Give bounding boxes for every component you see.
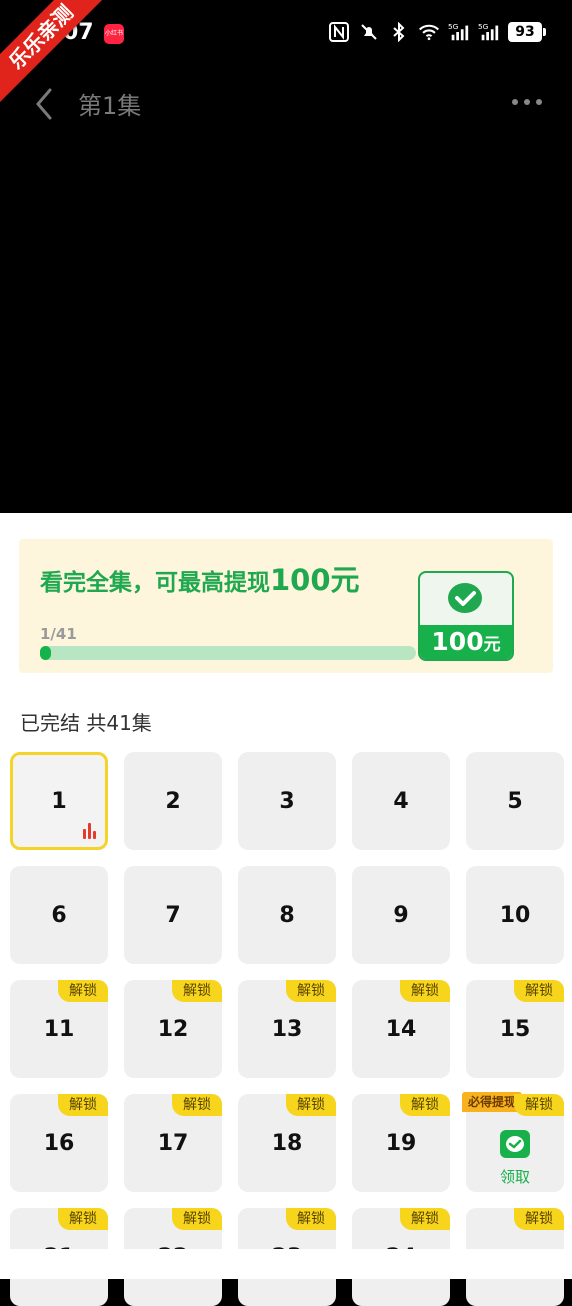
episode-number: 16 (43, 1130, 75, 1156)
reward-banner[interactable]: 看完全集，可最高提现100元 1/41 100元 (19, 539, 553, 673)
episode-number: 13 (271, 1016, 303, 1042)
page-title: 第1集 (78, 92, 142, 120)
episode-number: 14 (385, 1016, 417, 1042)
episode-number: 9 (393, 902, 409, 928)
episode-button[interactable]: 2 (124, 752, 222, 850)
unlock-tag: 解锁 (172, 980, 222, 1002)
episode-button[interactable]: 13 解锁 (238, 980, 336, 1078)
svg-text:5G: 5G (448, 22, 459, 31)
mute-bell-icon (358, 20, 380, 44)
reward-title-amount: 100元 (270, 563, 360, 597)
unlock-tag: 解锁 (514, 1208, 564, 1230)
now-playing-icon (83, 821, 97, 839)
episode-number: 11 (43, 1016, 75, 1042)
more-icon[interactable] (512, 96, 542, 108)
episode-button[interactable]: 17 解锁 (124, 1094, 222, 1192)
cash-reward-unit: 元 (483, 635, 501, 655)
episode-button[interactable]: 4 (352, 752, 450, 850)
reward-title-prefix: 看完全集，可最高提现 (40, 570, 270, 596)
unlock-tag: 解锁 (286, 980, 336, 1002)
unlock-tag: 解锁 (286, 1094, 336, 1116)
episode-sheet: 看完全集，可最高提现100元 1/41 100元 已完结 共41集 123456… (0, 513, 572, 1306)
progress-bar (40, 646, 416, 660)
episode-number: 8 (279, 902, 295, 928)
series-status: 已完结 共41集 (20, 711, 152, 735)
bottom-fade (0, 1249, 572, 1279)
episode-button[interactable]: 15 解锁 (466, 980, 564, 1078)
episode-number: 10 (499, 902, 531, 928)
episode-button[interactable]: 16 解锁 (10, 1094, 108, 1192)
episode-number: 18 (271, 1130, 303, 1156)
episode-number: 5 (507, 788, 523, 814)
claim-label: 领取 (499, 1168, 530, 1186)
episode-number: 3 (279, 788, 295, 814)
nfc-icon (328, 20, 350, 44)
episode-button[interactable]: 9 (352, 866, 450, 964)
cash-reward-card[interactable]: 100元 (418, 571, 514, 661)
unlock-tag: 解锁 (514, 980, 564, 1002)
episode-button[interactable]: 14 解锁 (352, 980, 450, 1078)
unlock-tag: 解锁 (400, 1208, 450, 1230)
back-icon[interactable] (30, 86, 62, 122)
episode-button[interactable]: 11 解锁 (10, 980, 108, 1078)
episode-number: 6 (51, 902, 67, 928)
unlock-tag: 解锁 (514, 1094, 564, 1116)
unlock-tag: 解锁 (172, 1208, 222, 1230)
battery-indicator: 93 (508, 22, 546, 42)
wifi-icon (418, 20, 440, 44)
episode-button[interactable]: 8 (238, 866, 336, 964)
signal-5g-icon: 5G (448, 20, 470, 44)
episode-grid: 1 2 3 4 5 6 7 8 9 10 11 解锁 12 解锁 13 解锁 14 解锁 15 解锁 16 解锁 17 解锁 1… (10, 752, 566, 1306)
progress-label: 1/41 (40, 625, 77, 643)
rednote-app-icon: 小红书 (104, 24, 124, 44)
guaranteed-cashout-tag: 必得提现 (462, 1092, 523, 1112)
episode-number: 17 (157, 1130, 189, 1156)
svg-text:5G: 5G (478, 22, 489, 31)
episode-number: 15 (499, 1016, 531, 1042)
episode-button[interactable]: 10 (466, 866, 564, 964)
episode-number: 2 (165, 788, 181, 814)
unlock-tag: 解锁 (172, 1094, 222, 1116)
episode-button[interactable]: 5 (466, 752, 564, 850)
unlock-tag: 解锁 (58, 1094, 108, 1116)
episode-button[interactable]: 7 (124, 866, 222, 964)
episode-number: 12 (157, 1016, 189, 1042)
episode-number: 7 (165, 902, 181, 928)
bluetooth-icon (388, 20, 410, 44)
episode-button[interactable]: 19 解锁 (352, 1094, 450, 1192)
episode-number: 19 (385, 1130, 417, 1156)
episode-reward-cell[interactable]: 必得提现领取 解锁 (462, 1092, 564, 1192)
episode-button[interactable]: 6 (10, 866, 108, 964)
reward-banner-title: 看完全集，可最高提现100元 (40, 557, 360, 599)
wechat-pay-icon (448, 583, 482, 613)
system-icons: 5G 5G 93 (328, 20, 546, 44)
wechat-pay-icon (500, 1130, 530, 1158)
unlock-tag: 解锁 (286, 1208, 336, 1230)
episode-button[interactable]: 18 解锁 (238, 1094, 336, 1192)
cash-reward-label: 100元 (420, 625, 512, 659)
unlock-tag: 解锁 (400, 980, 450, 1002)
unlock-tag: 解锁 (58, 1208, 108, 1230)
cash-reward-amount: 100 (431, 627, 484, 656)
top-nav: 第1集 (0, 70, 572, 134)
episode-button[interactable]: 1 (10, 752, 108, 850)
unlock-tag: 解锁 (400, 1094, 450, 1116)
episode-number: 1 (51, 788, 67, 814)
progress-bar-fill (40, 646, 52, 660)
episode-number: 4 (393, 788, 409, 814)
episode-button[interactable]: 3 (238, 752, 336, 850)
unlock-tag: 解锁 (58, 980, 108, 1002)
signal-5g-icon: 5G (478, 20, 500, 44)
episode-button[interactable]: 12 解锁 (124, 980, 222, 1078)
